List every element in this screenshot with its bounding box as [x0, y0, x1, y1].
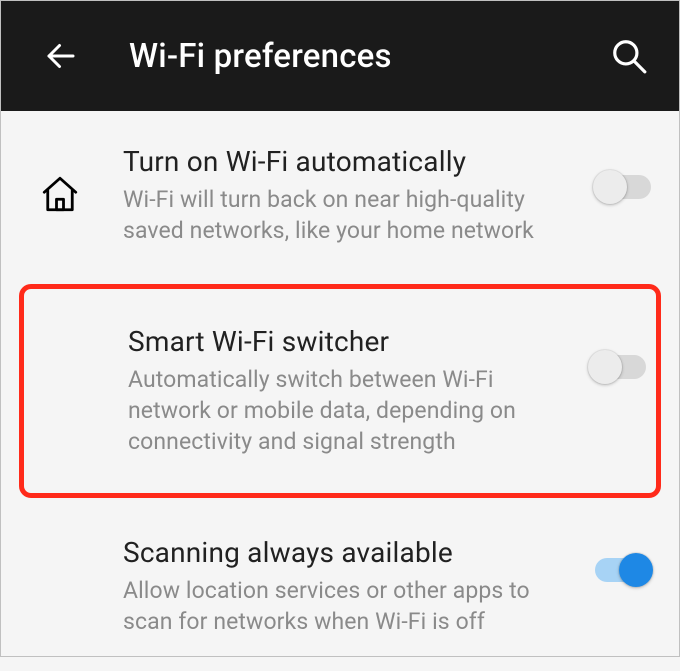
search-icon — [610, 37, 648, 75]
toggle-slot — [579, 145, 651, 199]
setting-text: Scanning always available Allow location… — [123, 536, 579, 637]
setting-title: Smart Wi-Fi switcher — [128, 325, 564, 358]
toggle-thumb — [593, 170, 627, 204]
app-header: Wi-Fi preferences — [1, 1, 679, 111]
setting-title: Turn on Wi-Fi automatically — [123, 145, 569, 178]
setting-icon-slot — [44, 325, 128, 353]
page-title: Wi-Fi preferences — [129, 37, 607, 76]
setting-desc: Automatically switch between Wi-Fi netwo… — [128, 364, 564, 457]
setting-desc: Allow location services or other apps to… — [123, 575, 569, 637]
toggle-slot — [574, 325, 646, 379]
setting-turn-on-wifi-auto[interactable]: Turn on Wi-Fi automatically Wi-Fi will t… — [1, 111, 679, 280]
toggle-thumb — [588, 350, 622, 384]
toggle-slot — [579, 536, 651, 582]
back-button[interactable] — [39, 34, 83, 78]
setting-icon-slot — [39, 145, 123, 215]
smart-switcher-toggle[interactable] — [590, 355, 646, 379]
setting-title: Scanning always available — [123, 536, 569, 569]
setting-smart-wifi-switcher[interactable]: Smart Wi-Fi switcher Automatically switc… — [24, 289, 656, 493]
search-button[interactable] — [607, 34, 651, 78]
highlighted-setting: Smart Wi-Fi switcher Automatically switc… — [19, 284, 661, 498]
setting-scanning-always-available[interactable]: Scanning always available Allow location… — [1, 502, 679, 671]
arrow-left-icon — [43, 38, 79, 74]
setting-text: Smart Wi-Fi switcher Automatically switc… — [128, 325, 574, 457]
setting-text: Turn on Wi-Fi automatically Wi-Fi will t… — [123, 145, 579, 246]
setting-desc: Wi-Fi will turn back on near high-qualit… — [123, 184, 569, 246]
wifi-auto-toggle[interactable] — [595, 175, 651, 199]
settings-list: Turn on Wi-Fi automatically Wi-Fi will t… — [1, 111, 679, 671]
home-icon — [39, 173, 81, 215]
toggle-thumb — [619, 553, 653, 587]
setting-icon-slot — [39, 536, 123, 564]
scanning-toggle[interactable] — [595, 558, 651, 582]
